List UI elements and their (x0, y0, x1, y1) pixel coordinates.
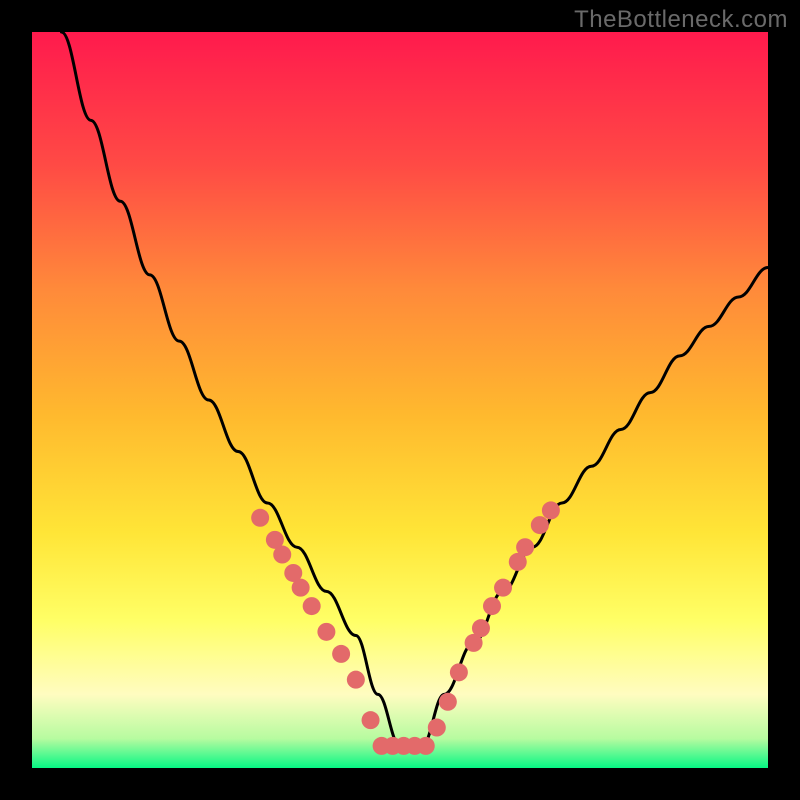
data-point (303, 597, 321, 615)
data-point (428, 719, 446, 737)
data-point (292, 579, 310, 597)
data-point (347, 671, 365, 689)
data-point (273, 546, 291, 564)
gradient-background (32, 32, 768, 768)
data-point (362, 711, 380, 729)
data-point (516, 538, 534, 556)
watermark-text: TheBottleneck.com (574, 6, 788, 34)
data-point (494, 579, 512, 597)
plot-area (32, 32, 768, 768)
data-point (531, 516, 549, 534)
data-point (332, 645, 350, 663)
data-point (417, 737, 435, 755)
data-point (483, 597, 501, 615)
data-point (450, 663, 468, 681)
data-point (542, 501, 560, 519)
data-point (317, 623, 335, 641)
data-point (251, 509, 269, 527)
chart-svg (32, 32, 768, 768)
data-point (472, 619, 490, 637)
data-point (439, 693, 457, 711)
chart-frame: TheBottleneck.com (0, 0, 800, 800)
